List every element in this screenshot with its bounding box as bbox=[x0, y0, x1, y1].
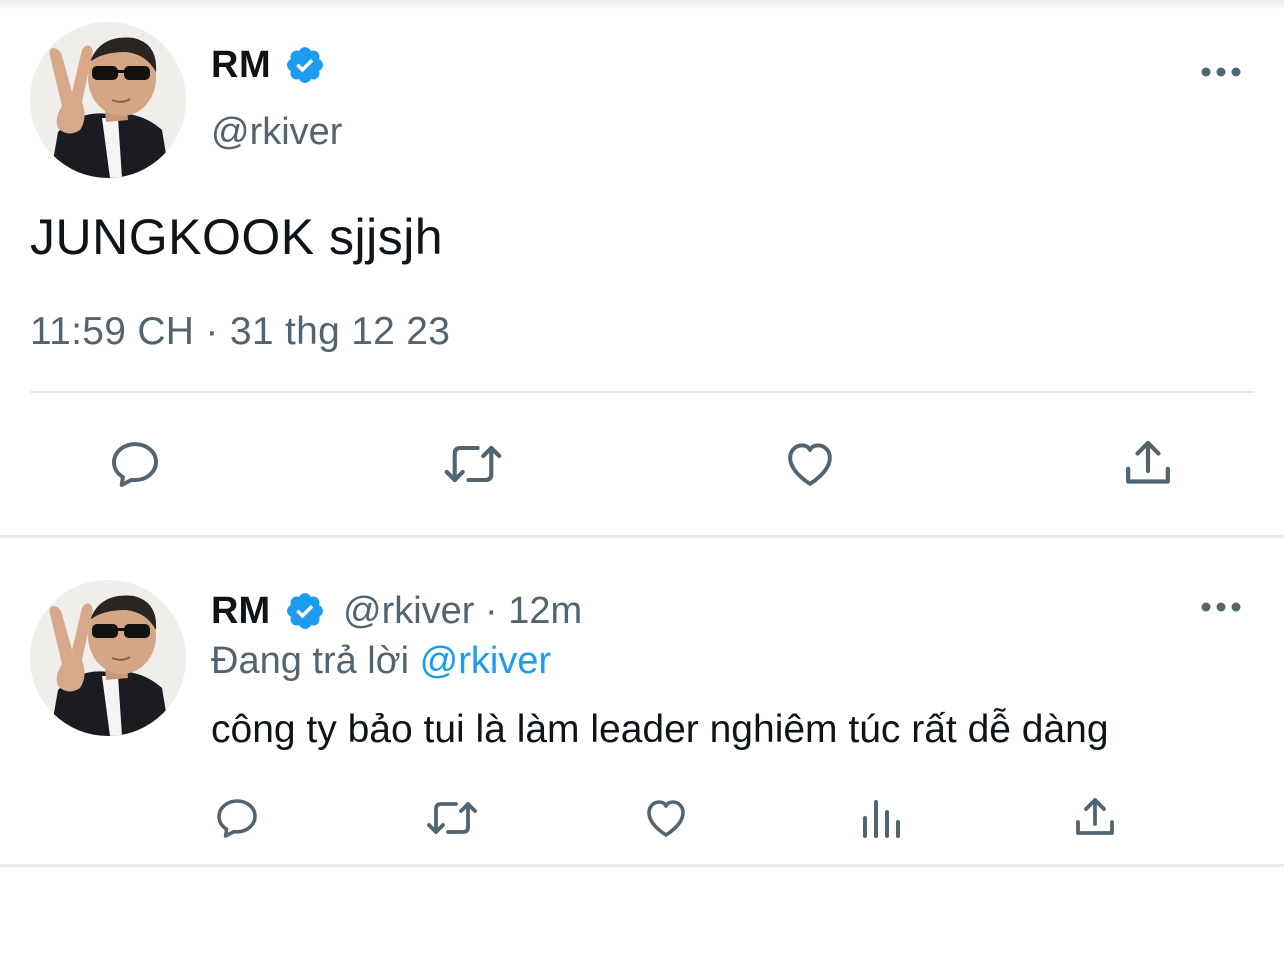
more-options-icon[interactable] bbox=[1201, 66, 1241, 78]
replying-to: Đang trả lời @rkiver bbox=[211, 640, 551, 683]
share-button[interactable] bbox=[1063, 786, 1127, 850]
tweet-thread: RM @rkiver JUNGKOOK sjjsjh 11:59 CH · 31… bbox=[0, 0, 1284, 965]
like-button[interactable] bbox=[634, 786, 698, 850]
reply-icon bbox=[217, 799, 257, 838]
handle[interactable]: @rkiver bbox=[211, 111, 342, 154]
tweet-text: JUNGKOOK sjjsjh bbox=[30, 209, 444, 265]
tweet-separator bbox=[0, 864, 1284, 867]
heart-icon bbox=[788, 443, 832, 486]
verified-badge-icon bbox=[287, 593, 323, 629]
main-tweet: RM @rkiver JUNGKOOK sjjsjh 11:59 CH · 31… bbox=[0, 0, 1284, 536]
share-button[interactable] bbox=[1108, 424, 1188, 504]
reply-text: công ty bảo tui là làm leader nghiêm túc… bbox=[211, 708, 1109, 751]
reply-tweet[interactable]: RM @rkiver · 12m Đang trả lời @rkiver cô… bbox=[0, 538, 1284, 868]
views-button[interactable] bbox=[849, 786, 913, 850]
share-icon bbox=[1126, 440, 1170, 484]
replying-prefix: Đang trả lời bbox=[211, 640, 420, 682]
reply-button[interactable] bbox=[95, 424, 175, 504]
avatar[interactable] bbox=[30, 22, 186, 178]
reply-icon bbox=[112, 442, 158, 487]
handle-and-time[interactable]: @rkiver · 12m bbox=[343, 590, 582, 633]
avatar-photo bbox=[30, 22, 186, 178]
timestamp[interactable]: 11:59 CH · 31 thg 12 23 bbox=[30, 310, 450, 354]
retweet-button[interactable] bbox=[420, 786, 484, 850]
retweet-icon bbox=[427, 802, 477, 834]
display-name[interactable]: RM bbox=[211, 590, 270, 633]
reply-button[interactable] bbox=[205, 786, 269, 850]
more-options-icon[interactable] bbox=[1201, 601, 1241, 613]
heart-icon bbox=[647, 800, 685, 837]
verified-badge-icon bbox=[287, 47, 323, 83]
like-button[interactable] bbox=[770, 424, 850, 504]
share-icon bbox=[1076, 798, 1114, 835]
divider bbox=[30, 391, 1254, 393]
retweet-button[interactable] bbox=[433, 424, 513, 504]
avatar-photo bbox=[30, 580, 186, 736]
retweet-icon bbox=[444, 445, 502, 483]
avatar[interactable] bbox=[30, 580, 186, 736]
display-name[interactable]: RM bbox=[211, 44, 271, 87]
mention-link[interactable]: @rkiver bbox=[420, 640, 551, 682]
analytics-icon bbox=[863, 800, 900, 838]
